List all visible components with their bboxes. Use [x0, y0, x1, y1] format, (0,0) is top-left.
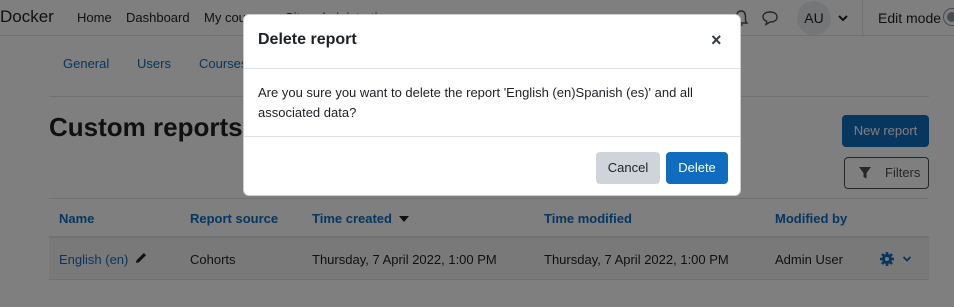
modal-footer: Cancel Delete: [244, 136, 740, 196]
cancel-button[interactable]: Cancel: [596, 152, 660, 184]
modal-message: Are you sure you want to delete the repo…: [258, 85, 693, 120]
close-icon[interactable]: ×: [711, 31, 722, 49]
delete-button[interactable]: Delete: [666, 152, 728, 184]
delete-report-dialog: Delete report × Are you sure you want to…: [243, 14, 741, 196]
modal-header: Delete report ×: [244, 15, 740, 69]
modal-title: Delete report: [258, 31, 357, 48]
